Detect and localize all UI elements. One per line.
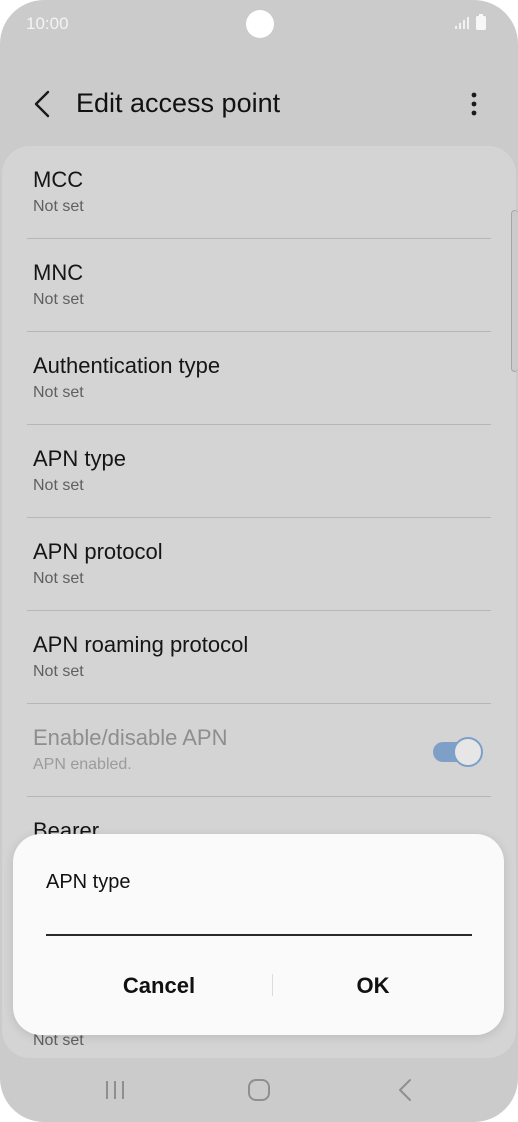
dialog-title: APN type [46,871,131,893]
setting-mnc[interactable]: MNC Not set [2,239,516,332]
status-time: 10:00 [26,14,69,33]
setting-enable-disable-apn[interactable]: Enable/disable APN APN enabled. [2,704,516,797]
setting-title: MNC [33,260,84,285]
camera-cutout [246,10,274,38]
app-header: Edit access point [0,72,518,136]
scroll-indicator[interactable] [511,210,518,372]
more-options-button[interactable] [458,84,490,124]
battery-icon [476,14,486,30]
home-button[interactable] [229,1072,289,1108]
cancel-button[interactable]: Cancel [53,960,265,1012]
more-vertical-icon [471,92,477,116]
home-icon [248,1079,270,1101]
setting-value: Not set [33,198,84,215]
setting-apn-type[interactable]: APN type Not set [2,425,516,518]
navigation-bar [0,1062,518,1122]
recents-button[interactable] [85,1072,145,1108]
nav-back-button[interactable] [375,1072,435,1108]
page-title: Edit access point [76,88,281,118]
toggle-thumb [453,737,483,767]
setting-value: Not set [33,384,84,401]
ok-button[interactable]: OK [267,960,479,1012]
setting-apn-roaming-protocol[interactable]: APN roaming protocol Not set [2,611,516,704]
apn-enabled-toggle[interactable] [431,737,483,767]
recents-icon [106,1081,124,1099]
setting-title: Authentication type [33,353,221,378]
setting-value: Not set [33,663,84,680]
setting-title: APN protocol [33,539,163,564]
setting-authentication-type[interactable]: Authentication type Not set [2,332,516,425]
phone-screen: 10:00 Edit access point MCC Not set MNC … [0,0,518,1122]
back-icon [399,1079,411,1101]
apn-type-dialog: APN type Cancel OK [13,834,504,1035]
setting-value: Not set [33,477,84,494]
setting-title: MCC [33,167,84,192]
signal-icon [455,17,469,29]
back-button[interactable] [24,84,60,124]
setting-title: Enable/disable APN [33,725,228,750]
setting-title: APN roaming protocol [33,632,249,657]
apn-type-input[interactable] [46,900,472,936]
setting-apn-protocol[interactable]: APN protocol Not set [2,518,516,611]
setting-value: Not set [33,291,84,308]
setting-value: Not set [33,570,84,587]
setting-value: APN enabled. [33,756,132,773]
chevron-left-icon [34,90,50,118]
status-bar: 10:00 [0,0,518,48]
setting-title: APN type [33,446,126,471]
setting-mcc[interactable]: MCC Not set [2,146,516,239]
